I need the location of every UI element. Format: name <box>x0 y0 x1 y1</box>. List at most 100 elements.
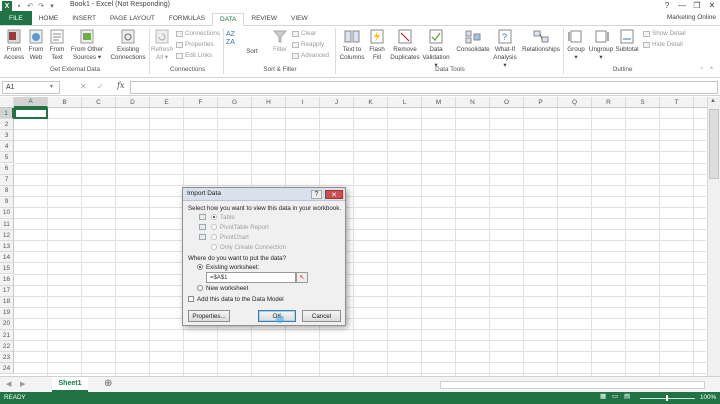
normal-view-icon[interactable]: ▦ <box>600 393 606 400</box>
column-header[interactable]: J <box>320 97 354 108</box>
dialog-launcher-icon[interactable]: ⌝ <box>700 67 703 74</box>
name-box-dropdown-icon[interactable]: ▾ <box>50 83 53 90</box>
row-header[interactable]: 22 <box>0 341 14 353</box>
column-header[interactable]: A <box>14 97 48 108</box>
sort-az-button[interactable]: AZ ZA <box>226 29 240 54</box>
column-header[interactable]: M <box>422 97 456 108</box>
tab-data[interactable]: DATA <box>212 13 245 26</box>
row-header[interactable]: 3 <box>0 130 14 142</box>
clear-button[interactable]: Clear <box>292 30 316 37</box>
zoom-slider-thumb[interactable] <box>666 395 668 401</box>
tab-file[interactable]: FILE <box>0 11 32 25</box>
row-header[interactable]: 11 <box>0 219 14 231</box>
column-header[interactable]: T <box>660 97 694 108</box>
column-header[interactable]: N <box>456 97 490 108</box>
pivotchart-radio[interactable] <box>211 234 217 240</box>
row-header[interactable]: 7 <box>0 174 14 186</box>
enter-entry-icon[interactable]: ✓ <box>97 82 104 91</box>
close-button[interactable]: ✕ <box>705 0 719 11</box>
edit-links-button[interactable]: Edit Links <box>176 52 212 59</box>
column-header[interactable]: S <box>626 97 660 108</box>
column-header[interactable]: D <box>116 97 150 108</box>
page-break-view-icon[interactable]: ▤ <box>624 393 630 400</box>
column-header[interactable]: O <box>490 97 524 108</box>
row-header[interactable]: 13 <box>0 241 14 253</box>
existing-worksheet-input[interactable]: =$A$1 <box>206 272 296 283</box>
row-header[interactable]: 1 <box>0 108 14 120</box>
hide-detail-button[interactable]: Hide Detail <box>643 41 683 48</box>
row-header[interactable]: 10 <box>0 207 14 219</box>
reapply-button[interactable]: Reapply <box>292 41 324 48</box>
row-header[interactable]: 9 <box>0 196 14 208</box>
tab-insert[interactable]: INSERT <box>65 12 103 25</box>
relationships-button[interactable]: Relationships <box>521 29 561 54</box>
table-radio[interactable] <box>211 214 217 220</box>
from-web-button[interactable]: From Web <box>27 29 45 62</box>
properties-button[interactable]: Properties... <box>188 310 230 322</box>
row-header[interactable]: 8 <box>0 185 14 197</box>
remove-duplicates-button[interactable]: Remove Duplicates <box>388 29 422 62</box>
row-header[interactable]: 21 <box>0 330 14 342</box>
cancel-entry-icon[interactable]: ✕ <box>80 82 87 91</box>
user-name[interactable]: Marketing Online <box>667 14 716 21</box>
pivottable-radio[interactable] <box>211 224 217 230</box>
selected-cell-a1[interactable] <box>14 108 48 119</box>
undo-icon[interactable]: ↶ <box>26 2 34 10</box>
formula-input[interactable] <box>130 81 718 94</box>
column-header[interactable]: G <box>218 97 252 108</box>
restore-button[interactable]: ❐ <box>690 0 704 11</box>
text-to-columns-button[interactable]: Text to Columns <box>337 29 367 62</box>
row-header[interactable]: 15 <box>0 263 14 275</box>
dialog-close-button[interactable]: ✕ <box>325 190 343 199</box>
row-header[interactable]: 6 <box>0 163 14 175</box>
data-validation-button[interactable]: Data Validation ▾ <box>420 29 452 70</box>
column-header[interactable]: K <box>354 97 388 108</box>
redo-icon[interactable]: ↷ <box>37 2 45 10</box>
existing-worksheet-radio[interactable] <box>197 264 203 270</box>
from-other-sources-button[interactable]: From Other Sources ▾ <box>70 29 104 62</box>
column-header[interactable]: H <box>252 97 286 108</box>
refresh-all-button[interactable]: Refresh All ▾ <box>151 29 173 62</box>
ungroup-button[interactable]: Ungroup ▾ <box>588 29 614 62</box>
save-icon[interactable]: ▪ <box>15 2 23 10</box>
connection-only-radio[interactable] <box>211 244 217 250</box>
row-header[interactable]: 20 <box>0 318 14 330</box>
page-layout-view-icon[interactable]: ▭ <box>612 393 618 400</box>
what-if-analysis-button[interactable]: ? What-If Analysis ▾ <box>491 29 519 70</box>
select-all-corner[interactable] <box>0 97 14 108</box>
row-header[interactable]: 17 <box>0 285 14 297</box>
sheet-tab-sheet1[interactable]: Sheet1 <box>52 377 88 392</box>
from-access-button[interactable]: From Access <box>3 29 25 62</box>
consolidate-button[interactable]: Consolidate <box>455 29 491 54</box>
help-button[interactable]: ? <box>660 0 674 11</box>
row-header[interactable]: 12 <box>0 230 14 242</box>
insert-function-icon[interactable]: fx <box>117 81 124 90</box>
data-model-checkbox[interactable] <box>188 296 194 302</box>
zoom-level[interactable]: 100% <box>700 394 716 401</box>
column-header[interactable]: F <box>184 97 218 108</box>
row-header[interactable]: 16 <box>0 274 14 286</box>
new-sheet-icon[interactable]: ⊕ <box>104 378 112 389</box>
column-header[interactable]: C <box>82 97 116 108</box>
existing-connections-button[interactable]: Existing Connections <box>108 29 148 62</box>
row-header[interactable]: 24 <box>0 363 14 375</box>
advanced-filter-button[interactable]: Advanced <box>292 52 329 59</box>
subtotal-button[interactable]: Subtotal <box>614 29 640 54</box>
column-header[interactable]: L <box>388 97 422 108</box>
show-detail-button[interactable]: Show Detail <box>643 30 686 37</box>
column-header[interactable]: R <box>592 97 626 108</box>
column-header[interactable]: B <box>48 97 82 108</box>
scroll-thumb[interactable] <box>709 109 719 179</box>
collapse-ribbon-icon[interactable]: ^ <box>710 67 713 73</box>
column-header[interactable]: P <box>524 97 558 108</box>
connections-button[interactable]: Connections <box>176 30 220 37</box>
properties-button[interactable]: Properties <box>176 41 214 48</box>
worksheet-grid[interactable]: ABCDEFGHIJKLMNOPQRSTU 123456789101112131… <box>0 97 720 376</box>
dialog-help-button[interactable]: ? <box>311 190 322 199</box>
tab-page-layout[interactable]: PAGE LAYOUT <box>103 12 162 25</box>
tab-formulas[interactable]: FORMULAS <box>162 12 212 25</box>
new-worksheet-radio[interactable] <box>197 285 203 291</box>
sort-label[interactable]: Sort <box>244 48 260 56</box>
row-header[interactable]: 18 <box>0 296 14 308</box>
row-header[interactable]: 2 <box>0 119 14 131</box>
